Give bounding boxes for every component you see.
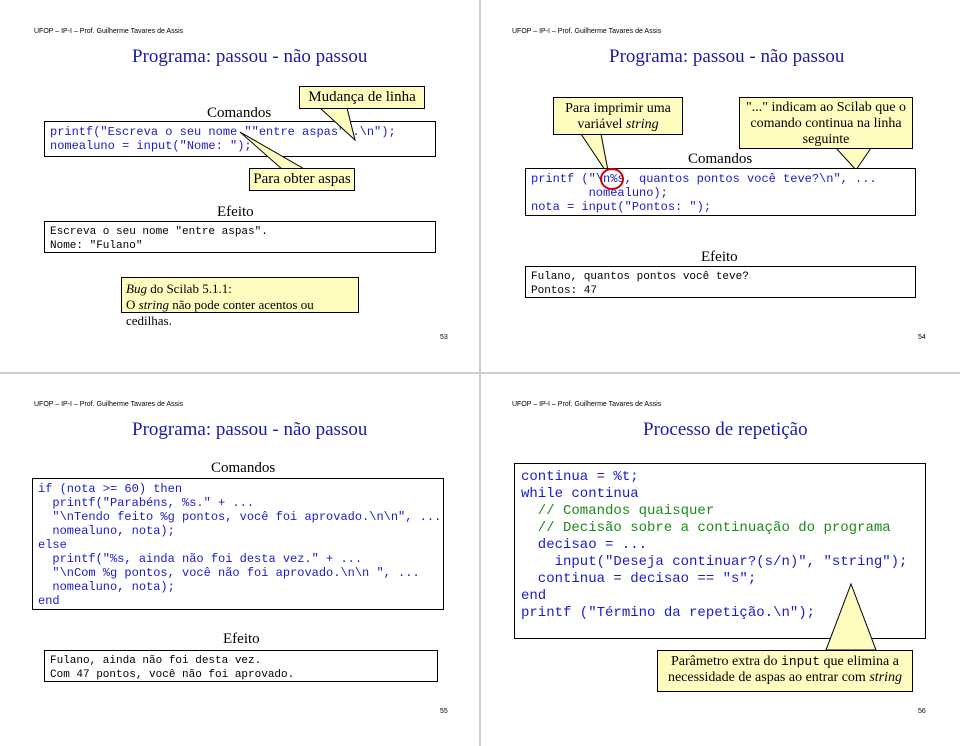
bug-word: Bug (126, 281, 147, 296)
page-number: 56 (918, 708, 926, 715)
callout-text: Parâmetro extra do (671, 654, 782, 669)
code-line: printf("Parabéns, %s." + ... (38, 496, 255, 510)
output-box: Fulano, quantos pontos você teve? Pontos… (525, 266, 916, 298)
output-line: Fulano, quantos pontos você teve? (531, 271, 749, 283)
page-number: 55 (440, 708, 448, 715)
code-line: nomealuno, nota); (38, 580, 175, 594)
code-line: nomealuno, nota); (38, 524, 175, 538)
slide-53: UFOP – IP-I – Prof. Guilherme Tavares de… (0, 0, 479, 372)
comandos-label: Comandos (211, 460, 276, 476)
code-line: end (38, 594, 60, 608)
output-box: Fulano, ainda não foi desta vez. Com 47 … (44, 650, 438, 682)
callout-text: Mudança de linha (308, 89, 416, 105)
code-box: if (nota >= 60) then printf("Parabéns, %… (32, 478, 444, 610)
slide-55: UFOP – IP-I – Prof. Guilherme Tavares de… (0, 374, 479, 746)
slide-56: UFOP – IP-I – Prof. Guilherme Tavares de… (481, 374, 960, 746)
efeito-label: Efeito (223, 631, 260, 647)
page-number: 53 (440, 334, 448, 341)
code-line: printf("%s, ainda não foi desta vez." + … (38, 552, 363, 566)
output-line: Pontos: 47 (531, 285, 598, 297)
callout-line-break: Mudança de linha (299, 86, 425, 109)
callout-italic: string (869, 670, 903, 685)
slide-54: UFOP – IP-I – Prof. Guilherme Tavares de… (481, 0, 960, 372)
highlight-circle (600, 168, 624, 190)
callout-input-param: Parâmetro extra do input que elimina a n… (657, 650, 913, 692)
code-line: else (38, 538, 67, 552)
callout-code: input (781, 654, 821, 669)
code-line: "\nTendo feito %g pontos, você foi aprov… (38, 510, 442, 524)
slide-title: Programa: passou - não passou (132, 419, 368, 440)
callout-text: Para obter aspas (253, 171, 351, 187)
bug-string-word: string (138, 297, 169, 312)
bug-note: Bug do Scilab 5.1.1: O string não pode c… (121, 277, 359, 328)
output-line: Fulano, ainda não foi desta vez. (50, 655, 262, 667)
slide-header: UFOP – IP-I – Prof. Guilherme Tavares de… (34, 401, 184, 408)
callout-quotes: Para obter aspas (249, 168, 355, 191)
code-line: if (nota >= 60) then (38, 482, 183, 496)
code-line: "\nCom %g pontos, você não foi aprovado.… (38, 566, 420, 580)
page-number: 54 (918, 334, 926, 341)
bug-text: O (126, 297, 139, 312)
efeito-label: Efeito (701, 249, 738, 265)
bug-text: do Scilab 5.1.1: (146, 281, 232, 296)
output-line: Com 47 pontos, você não foi aprovado. (50, 669, 295, 681)
